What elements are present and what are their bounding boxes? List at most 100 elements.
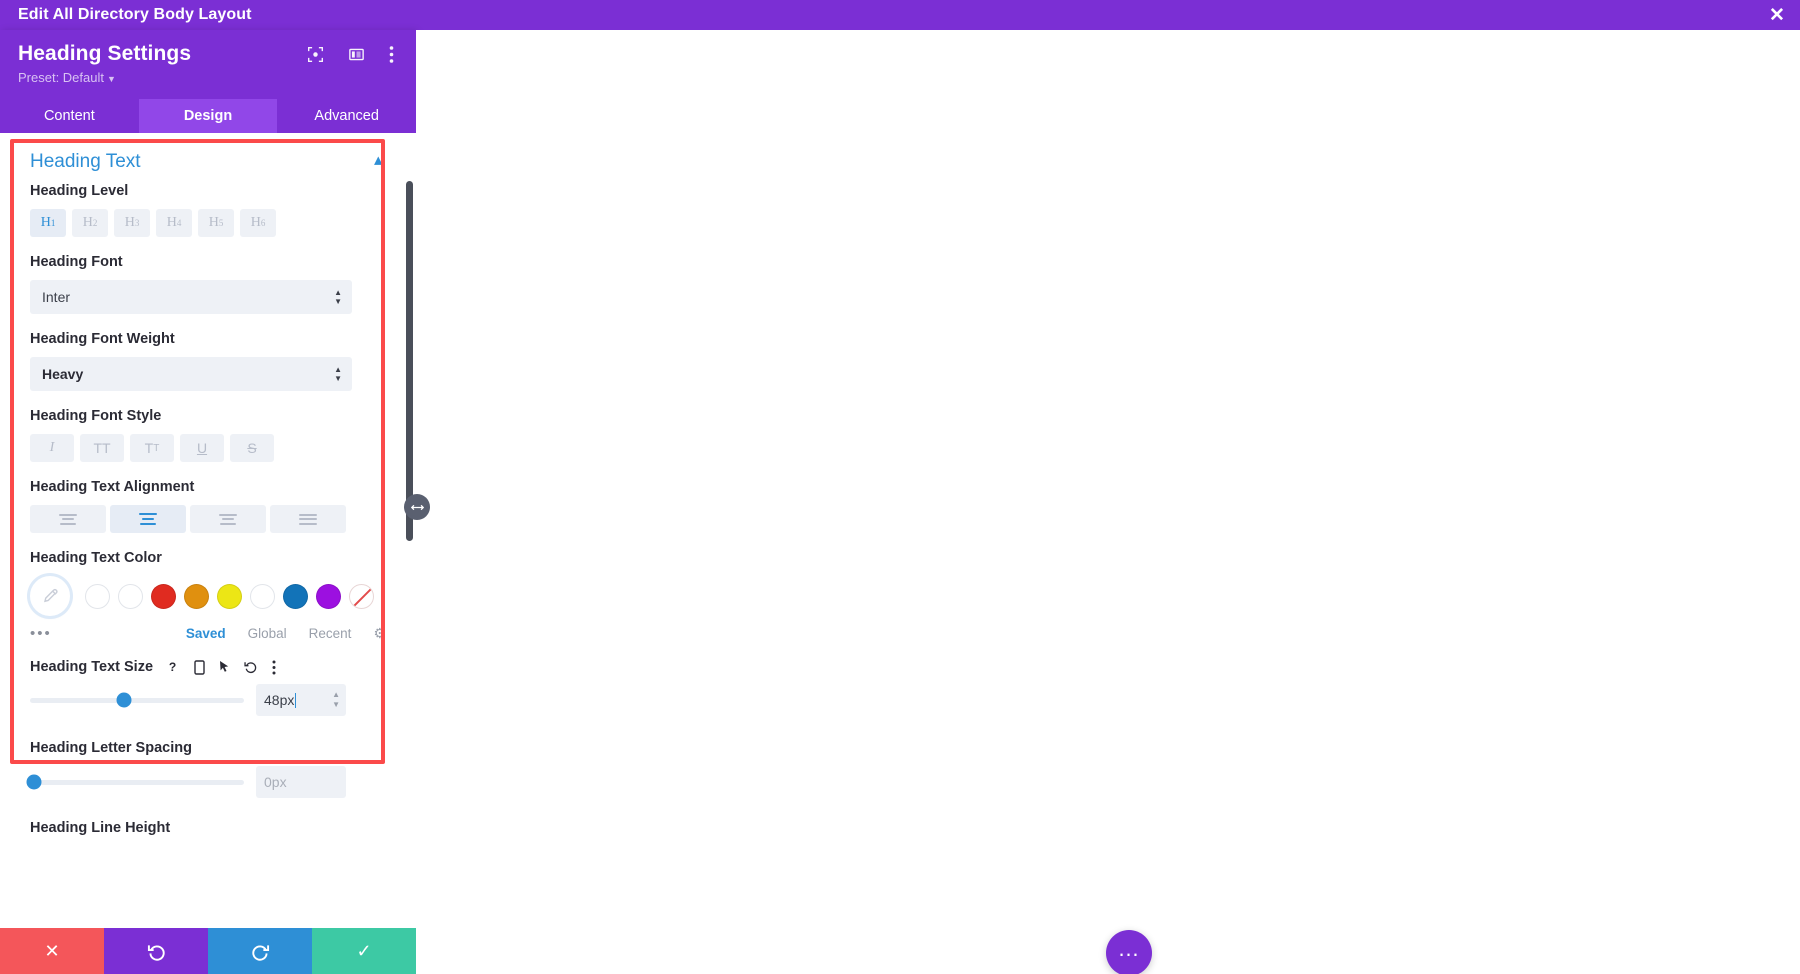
stepper-arrows-icon[interactable]: ▲ ▼: [332, 691, 340, 709]
heading-level-h5[interactable]: H5: [198, 209, 234, 237]
panel-scrollbar[interactable]: [406, 181, 413, 541]
color-picker-button[interactable]: [30, 576, 70, 616]
color-swatch[interactable]: [151, 583, 176, 609]
undo-button[interactable]: [104, 928, 208, 974]
tab-content[interactable]: Content: [0, 99, 139, 133]
color-swatch[interactable]: [250, 583, 275, 609]
align-center-icon: [139, 512, 157, 526]
layout-columns-icon[interactable]: [348, 46, 365, 63]
slider-thumb[interactable]: [26, 774, 42, 790]
heading-level-h4[interactable]: H4: [156, 209, 192, 237]
color-swatch[interactable]: [283, 583, 308, 609]
heading-font-value: Inter: [42, 289, 71, 305]
uppercase-button[interactable]: TT: [80, 434, 124, 462]
color-swatch[interactable]: [316, 583, 341, 609]
heading-text-color-label: Heading Text Color: [30, 550, 162, 566]
panel-resize-handle[interactable]: [404, 494, 430, 520]
align-right-icon: [219, 513, 237, 525]
heading-text-section: Heading Text ▾ Heading Level H1 H2 H3 H4…: [0, 133, 416, 836]
heading-text-alignment-label: Heading Text Alignment: [30, 479, 195, 495]
color-swatch[interactable]: [118, 583, 143, 609]
slider-thumb[interactable]: [116, 692, 132, 708]
redo-button[interactable]: [208, 928, 312, 974]
help-icon[interactable]: ?: [167, 660, 180, 675]
panel-header: Heading Settings Preset: Default ▼: [0, 30, 416, 99]
heading-level-h3[interactable]: H3: [114, 209, 150, 237]
svg-text:?: ?: [169, 660, 176, 674]
heading-line-height-field: Heading Line Height: [30, 820, 386, 836]
panel-title: Heading Settings: [18, 42, 192, 65]
color-swatch[interactable]: [184, 583, 209, 609]
tab-design[interactable]: Design: [138, 99, 278, 133]
heading-letter-spacing-slider[interactable]: [26, 774, 244, 790]
heading-letter-spacing-input[interactable]: 0px: [256, 766, 346, 798]
align-right-button[interactable]: [190, 505, 266, 533]
strikethrough-button[interactable]: S: [230, 434, 274, 462]
top-bar: Edit All Directory Body Layout ✕: [0, 0, 1800, 30]
heading-font-style-field: Heading Font Style I TT TT U S: [30, 408, 386, 462]
kebab-menu-icon[interactable]: [272, 660, 276, 675]
kebab-menu-icon[interactable]: [389, 45, 394, 64]
heading-level-field: Heading Level H1 H2 H3 H4 H5 H6: [30, 183, 386, 237]
target-icon[interactable]: [307, 46, 324, 63]
close-icon[interactable]: ✕: [1754, 0, 1800, 30]
heading-font-select[interactable]: Inter ▲ ▼: [30, 280, 352, 314]
heading-text-alignment-buttons: [30, 505, 386, 533]
color-swatch[interactable]: [85, 583, 110, 609]
heading-font-weight-value: Heavy: [42, 366, 84, 382]
heading-text-size-slider[interactable]: [30, 692, 244, 708]
heading-letter-spacing-field: Heading Letter Spacing 0px: [26, 740, 386, 798]
align-justify-button[interactable]: [270, 505, 346, 533]
color-swatch-row: [30, 576, 386, 616]
heading-text-color-field: Heading Text Color ••• Saved Global Rece…: [30, 550, 386, 642]
heading-text-size-field: Heading Text Size ? 48px ▲ ▼: [30, 659, 386, 716]
align-center-button[interactable]: [110, 505, 186, 533]
color-tab-saved[interactable]: Saved: [186, 626, 226, 641]
heading-font-style-label: Heading Font Style: [30, 408, 162, 424]
heading-text-alignment-field: Heading Text Alignment: [30, 479, 386, 533]
mobile-device-icon[interactable]: [194, 659, 205, 675]
cursor-hover-icon[interactable]: [219, 660, 230, 674]
heading-level-h1[interactable]: H1: [30, 209, 66, 237]
color-tab-recent[interactable]: Recent: [309, 626, 352, 641]
heading-font-label: Heading Font: [30, 254, 123, 270]
page-canvas: …: [416, 30, 1800, 974]
reset-icon[interactable]: [244, 660, 258, 674]
save-button[interactable]: ✓: [312, 928, 416, 974]
heading-font-weight-select[interactable]: Heavy ▲ ▼: [30, 357, 352, 391]
align-left-button[interactable]: [30, 505, 106, 533]
heading-line-height-label: Heading Line Height: [30, 820, 171, 836]
tab-advanced[interactable]: Advanced: [277, 99, 416, 133]
more-options-fab[interactable]: …: [1106, 930, 1152, 974]
fab-dots-icon: …: [1117, 935, 1141, 961]
underline-button[interactable]: U: [180, 434, 224, 462]
gear-icon[interactable]: ⚙: [373, 625, 386, 642]
section-title: Heading Text: [30, 151, 141, 172]
heading-font-style-buttons: I TT TT U S: [30, 434, 386, 462]
panel-tabs: Content Design Advanced: [0, 99, 416, 133]
select-arrows-icon: ▲ ▼: [334, 288, 342, 306]
discard-button[interactable]: ✕: [0, 928, 104, 974]
eyedropper-icon: [43, 588, 58, 602]
settings-panel: Heading Settings Preset: Default ▼ Conte…: [0, 30, 416, 974]
color-swatch-meta: ••• Saved Global Recent ⚙: [30, 625, 386, 642]
color-swatch-none[interactable]: [349, 583, 374, 609]
heading-font-weight-field: Heading Font Weight Heavy ▲ ▼: [30, 331, 386, 391]
heading-letter-spacing-label: Heading Letter Spacing: [30, 740, 192, 756]
chevron-up-icon[interactable]: ▾: [374, 153, 382, 171]
heading-text-size-input[interactable]: 48px ▲ ▼: [256, 684, 346, 716]
color-tab-global[interactable]: Global: [248, 626, 287, 641]
heading-level-buttons: H1 H2 H3 H4 H5 H6: [30, 209, 386, 237]
heading-level-h2[interactable]: H2: [72, 209, 108, 237]
preset-selector[interactable]: Preset: Default ▼: [18, 70, 398, 85]
align-justify-icon: [299, 513, 317, 525]
select-arrows-icon: ▲ ▼: [334, 365, 342, 383]
color-swatch[interactable]: [217, 583, 242, 609]
italic-button[interactable]: I: [30, 434, 74, 462]
heading-letter-spacing-value: 0px: [264, 774, 287, 790]
heading-level-h6[interactable]: H6: [240, 209, 276, 237]
section-header[interactable]: Heading Text ▾: [30, 133, 386, 183]
more-dots-icon[interactable]: •••: [30, 625, 52, 642]
panel-body: Heading Text ▾ Heading Level H1 H2 H3 H4…: [0, 133, 416, 974]
smallcaps-button[interactable]: TT: [130, 434, 174, 462]
